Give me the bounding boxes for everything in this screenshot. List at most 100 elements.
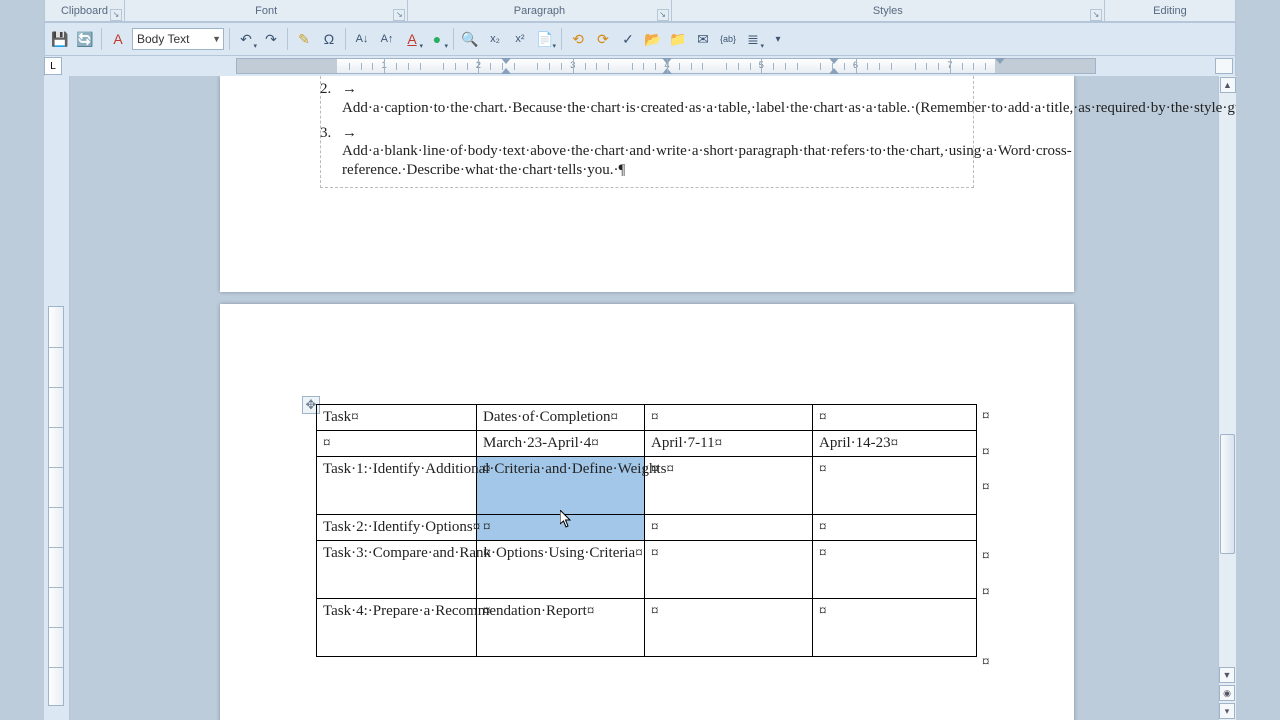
table-row[interactable]: ¤ March·23-April·4¤ April·7-11¤ April·14…	[317, 431, 977, 457]
folder-icon[interactable]: 📁	[667, 28, 689, 50]
ruler-row: L 1234567	[44, 56, 1236, 76]
scroll-down-icon[interactable]: ▼	[1219, 667, 1235, 683]
table-cell[interactable]: Task·3:·Compare·and·Rank·Options·Using·C…	[317, 541, 477, 599]
list-number: 2.	[320, 80, 342, 118]
table-cell[interactable]: March·23-April·4¤	[477, 431, 645, 457]
table-row[interactable]: Task·2:·Identify·Options¤ ¤ ¤ ¤	[317, 515, 977, 541]
link-next-icon[interactable]: ⟳	[592, 28, 614, 50]
table-cell-shaded[interactable]: ¤	[477, 515, 645, 541]
table-cell[interactable]: April·14-23¤	[813, 431, 977, 457]
ribbon-group-label: Paragraph	[514, 5, 565, 17]
ribbon-group-label: Font	[255, 5, 277, 17]
table-header-cell[interactable]: Dates·of·Completion¤	[477, 405, 645, 431]
sort-icon[interactable]: A↓	[351, 28, 373, 50]
table-cell[interactable]: ¤	[813, 599, 977, 657]
prev-page-icon[interactable]: ◉	[1219, 685, 1235, 701]
table-cell[interactable]: Task·1:·Identify·Additional·Criteria·and…	[317, 457, 477, 515]
subscript-icon[interactable]: x₂	[484, 28, 506, 50]
row-end-mark: ¤	[982, 479, 990, 496]
new-doc-icon[interactable]: 📄	[534, 28, 556, 50]
ribbon-group-editing: Editing	[1105, 0, 1235, 21]
ribbon-group-font: Font ↘	[125, 0, 408, 21]
sort-alt-icon[interactable]: A↑	[376, 28, 398, 50]
vertical-ruler[interactable]	[48, 306, 64, 706]
symbol-omega-icon[interactable]: Ω	[318, 28, 340, 50]
next-page-icon[interactable]: ▾	[1219, 703, 1235, 719]
tab-stop-selector[interactable]: L	[44, 57, 62, 75]
row-end-mark: ¤	[982, 584, 990, 601]
table-cell[interactable]: Task·2:·Identify·Options¤	[317, 515, 477, 541]
horizontal-ruler[interactable]: 1234567	[236, 58, 1096, 74]
table-cell[interactable]: ¤	[645, 515, 813, 541]
table-cell[interactable]: Task·4:·Prepare·a·Recommendation·Report¤	[317, 599, 477, 657]
row-end-mark: ¤	[982, 408, 990, 425]
list-text: → Add·a·caption·to·the·chart.·Because·th…	[342, 80, 1236, 118]
superscript-icon[interactable]: x²	[509, 28, 531, 50]
mail-icon[interactable]: ✉	[692, 28, 714, 50]
table-cell[interactable]: ¤	[813, 457, 977, 515]
first-line-indent-icon[interactable]	[829, 58, 839, 64]
scroll-thumb[interactable]	[1220, 434, 1235, 554]
shading-icon[interactable]: ●	[426, 28, 448, 50]
clear-format-icon[interactable]: A	[107, 28, 129, 50]
table-cell[interactable]: ¤	[317, 431, 477, 457]
numbered-list-item[interactable]: 2. → Add·a·caption·to·the·chart.·Because…	[320, 80, 974, 118]
table-row[interactable]: Task·4:·Prepare·a·Recommendation·Report¤…	[317, 599, 977, 657]
table-cell[interactable]: ¤	[813, 405, 977, 431]
table-cell[interactable]: ¤	[813, 541, 977, 599]
list-number: 3.	[320, 124, 342, 180]
dialog-launcher-icon[interactable]: ↘	[1090, 9, 1102, 21]
quick-toolbar: 💾 🔄 A Body Text ▼ ↶ ↷ ✎ Ω A↓ A↑ A ● 🔍 x₂…	[44, 22, 1236, 56]
right-indent-icon[interactable]	[995, 58, 1005, 64]
hanging-indent-icon[interactable]	[829, 68, 839, 74]
ribbon-group-paragraph: Paragraph ↘	[408, 0, 671, 21]
row-end-mark: ¤	[982, 548, 990, 565]
document-page[interactable]: ✥ Task¤ Dates·of·Completion¤ ¤ ¤ ¤ March…	[220, 304, 1074, 720]
refresh-icon[interactable]: 🔄	[74, 28, 96, 50]
document-area: ▲ ▼ ◉ ▾ 2. → Add·a·caption·to·the·chart.…	[44, 76, 1236, 720]
list-text: → Add·a·blank·line·of·body·text·above·th…	[342, 124, 1072, 180]
table-cell[interactable]: ¤	[645, 541, 813, 599]
zoom-icon[interactable]: 🔍	[459, 28, 481, 50]
chevron-down-icon: ▼	[212, 34, 221, 44]
document-page[interactable]: 2. → Add·a·caption·to·the·chart.·Because…	[220, 76, 1074, 292]
table-cell[interactable]: April·7-11¤	[645, 431, 813, 457]
highlight-icon[interactable]: ✎	[293, 28, 315, 50]
style-selector[interactable]: Body Text ▼	[132, 28, 224, 50]
vertical-scrollbar[interactable]: ▲ ▼ ◉ ▾	[1218, 76, 1236, 720]
overflow-icon[interactable]: ▾	[767, 28, 789, 50]
gantt-table[interactable]: Task¤ Dates·of·Completion¤ ¤ ¤ ¤ March·2…	[316, 404, 977, 657]
accept-icon[interactable]: ✓	[617, 28, 639, 50]
font-color-icon[interactable]: A	[401, 28, 423, 50]
dialog-launcher-icon[interactable]: ↘	[657, 9, 669, 21]
table-cell[interactable]: ¤	[813, 515, 977, 541]
open-folder-icon[interactable]: 📂	[642, 28, 664, 50]
scroll-track[interactable]	[1220, 94, 1235, 666]
line-spacing-icon[interactable]: ≣	[742, 28, 764, 50]
link-prev-icon[interactable]: ⟲	[567, 28, 589, 50]
field-icon[interactable]: {ab}	[717, 28, 739, 50]
row-end-mark: ¤	[982, 444, 990, 461]
table-header-cell[interactable]: Task¤	[317, 405, 477, 431]
ribbon-group-label: Clipboard	[61, 5, 108, 17]
redo-icon[interactable]: ↷	[260, 28, 282, 50]
ribbon-group-label: Styles	[873, 5, 903, 17]
table-row[interactable]: Task·3:·Compare·and·Rank·Options·Using·C…	[317, 541, 977, 599]
ribbon-group-styles: Styles ↘	[672, 0, 1105, 21]
table-cell[interactable]: ¤	[645, 599, 813, 657]
ribbon-group-labels: Clipboard ↘ Font ↘ Paragraph ↘ Styles ↘ …	[44, 0, 1236, 22]
view-ruler-toggle[interactable]	[1215, 58, 1233, 74]
dialog-launcher-icon[interactable]: ↘	[110, 9, 122, 21]
table-cell[interactable]: ¤	[645, 405, 813, 431]
ribbon-group-label: Editing	[1153, 5, 1187, 17]
ribbon-group-clipboard: Clipboard ↘	[45, 0, 125, 21]
table-row[interactable]: Task·1:·Identify·Additional·Criteria·and…	[317, 457, 977, 515]
row-end-mark: ¤	[982, 654, 990, 671]
numbered-list-item[interactable]: 3. → Add·a·blank·line·of·body·text·above…	[320, 124, 974, 180]
vertical-ruler-gutter	[44, 76, 70, 720]
undo-icon[interactable]: ↶	[235, 28, 257, 50]
dialog-launcher-icon[interactable]: ↘	[393, 9, 405, 21]
style-selector-value: Body Text	[137, 32, 189, 46]
save-icon[interactable]: 💾	[49, 28, 71, 50]
table-row[interactable]: Task¤ Dates·of·Completion¤ ¤ ¤	[317, 405, 977, 431]
